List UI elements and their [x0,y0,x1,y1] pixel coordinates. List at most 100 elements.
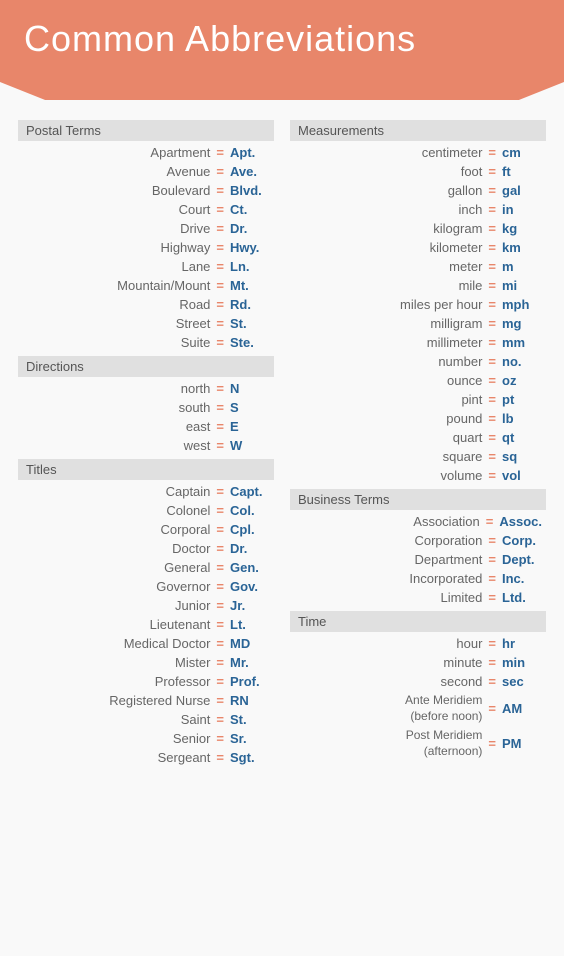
abbreviation: gal [502,183,542,198]
abbr-row: Senior=Sr. [18,729,274,748]
equals-sign: = [488,590,496,605]
section-directions: Directionsnorth=Nsouth=Seast=Ewest=W [18,356,274,455]
abbr-row: Governor=Gov. [18,577,274,596]
equals-sign: = [488,533,496,548]
equals-sign: = [488,202,496,217]
abbreviation: mg [502,316,542,331]
term-label: Mountain/Mount [22,278,210,293]
abbr-row: east=E [18,417,274,436]
abbr-row: Incorporated=Inc. [290,569,546,588]
abbr-row: centimeter=cm [290,143,546,162]
abbreviation: RN [230,693,270,708]
abbr-row: Department=Dept. [290,550,546,569]
abbr-row: Corporal=Cpl. [18,520,274,539]
abbreviation: Dr. [230,541,270,556]
abbr-row: Lane=Ln. [18,257,274,276]
abbreviation: Prof. [230,674,270,689]
abbreviation: Dr. [230,221,270,236]
abbr-row: kilogram=kg [290,219,546,238]
abbr-row: Court=Ct. [18,200,274,219]
abbreviation: Ste. [230,335,270,350]
abbr-row: pint=pt [290,390,546,409]
abbr-row: millimeter=mm [290,333,546,352]
equals-sign: = [216,278,224,293]
left-column: Postal TermsApartment=Apt.Avenue=Ave.Bou… [10,120,282,771]
term-label: Corporation [294,533,482,548]
term-label: Suite [22,335,210,350]
abbr-row: Apartment=Apt. [18,143,274,162]
abbr-row: quart=qt [290,428,546,447]
abbreviation: hr [502,636,542,651]
abbr-row: Mountain/Mount=Mt. [18,276,274,295]
term-label: Apartment [22,145,210,160]
abbr-row: mile=mi [290,276,546,295]
term-label: Highway [22,240,210,255]
term-label: Corporal [22,522,210,537]
abbreviation: qt [502,430,542,445]
abbreviation: Col. [230,503,270,518]
abbreviation: Rd. [230,297,270,312]
abbreviation: Inc. [502,571,542,586]
abbreviation: PM [502,736,542,751]
equals-sign: = [216,297,224,312]
abbr-row: Road=Rd. [18,295,274,314]
equals-sign: = [488,571,496,586]
abbreviation: Ltd. [502,590,542,605]
term-label: minute [294,655,482,670]
equals-sign: = [488,259,496,274]
abbr-row: Highway=Hwy. [18,238,274,257]
abbr-row: milligram=mg [290,314,546,333]
abbr-row: north=N [18,379,274,398]
term-label: Mister [22,655,210,670]
term-label: gallon [294,183,482,198]
term-label: meter [294,259,482,274]
term-label: south [22,400,210,415]
abbreviation: oz [502,373,542,388]
equals-sign: = [216,484,224,499]
equals-sign: = [216,164,224,179]
term-label: second [294,674,482,689]
abbr-row: meter=m [290,257,546,276]
term-label: Boulevard [22,183,210,198]
abbreviation: lb [502,411,542,426]
equals-sign: = [216,674,224,689]
equals-sign: = [486,514,494,529]
equals-sign: = [216,419,224,434]
equals-sign: = [216,438,224,453]
abbr-row: Lieutenant=Lt. [18,615,274,634]
abbr-row: gallon = gal [290,181,546,200]
equals-sign: = [488,411,496,426]
abbreviation: Corp. [502,533,542,548]
term-label: foot [294,164,482,179]
equals-sign: = [216,750,224,765]
equals-sign: = [488,297,496,312]
term-label: west [22,438,210,453]
abbreviation: St. [230,316,270,331]
abbr-row: Boulevard=Blvd. [18,181,274,200]
abbreviation: AM [502,701,542,716]
equals-sign: = [216,560,224,575]
abbr-row: Post Meridiem (afternoon)=PM [290,726,546,761]
equals-sign: = [488,183,496,198]
abbreviation: vol [502,468,542,483]
term-label: Colonel [22,503,210,518]
abbr-row: Avenue=Ave. [18,162,274,181]
term-label: volume [294,468,482,483]
abbreviation: Sgt. [230,750,270,765]
term-label: Ante Meridiem (before noon) [294,693,482,724]
term-label: Sergeant [22,750,210,765]
abbreviation: Ct. [230,202,270,217]
abbr-row: miles per hour=mph [290,295,546,314]
abbreviation: sec [502,674,542,689]
term-label: pound [294,411,482,426]
abbreviation: km [502,240,542,255]
term-label: Senior [22,731,210,746]
abbreviation: cm [502,145,542,160]
abbr-row: Registered Nurse=RN [18,691,274,710]
term-label: miles per hour [294,297,482,312]
abbreviation: N [230,381,270,396]
abbreviation: S [230,400,270,415]
abbreviation: Apt. [230,145,270,160]
term-label: Limited [294,590,482,605]
abbr-row: Limited = Ltd. [290,588,546,607]
